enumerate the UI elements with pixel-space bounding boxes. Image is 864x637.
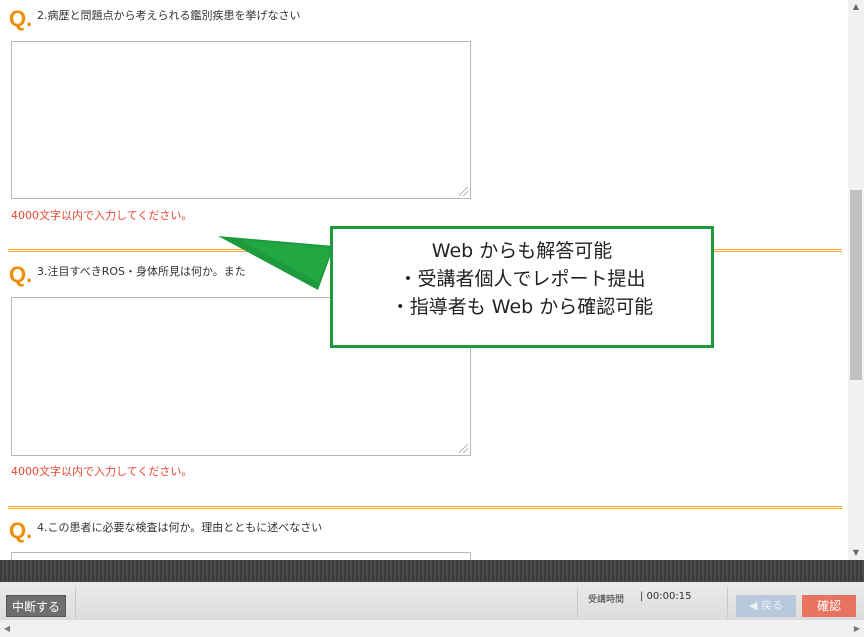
elapsed-time-label: 受講時間 xyxy=(588,595,625,605)
answer-textarea[interactable] xyxy=(11,41,471,199)
answer-textarea[interactable] xyxy=(11,552,471,560)
bottom-toolbar xyxy=(0,582,864,620)
elapsed-time-value: | 00:00:15 xyxy=(640,591,692,602)
confirm-button[interactable]: 確認 xyxy=(802,595,856,617)
scroll-thumb[interactable] xyxy=(850,190,862,380)
toolbar-divider xyxy=(577,588,578,618)
scroll-left-icon[interactable]: ◀ xyxy=(0,620,14,637)
toolbar-divider xyxy=(727,588,728,618)
callout-line-1: Web からも解答可能 xyxy=(431,240,613,262)
char-limit-note: 4000文字以内で入力してください。 xyxy=(11,465,193,478)
char-limit-note: 4000文字以内で入力してください。 xyxy=(11,209,193,222)
scroll-up-icon[interactable]: ▲ xyxy=(848,0,864,14)
question-text: 3.注目すべきROS・身体所見は何か。また xyxy=(37,265,246,278)
suspend-button[interactable]: 中断する xyxy=(6,595,66,617)
resize-handle-icon[interactable] xyxy=(459,444,468,453)
section-divider xyxy=(8,506,842,509)
vertical-scrollbar[interactable]: ▲ ▼ xyxy=(848,0,864,560)
toolbar-divider xyxy=(75,588,76,618)
question-mark: Q. xyxy=(9,262,33,287)
question-mark: Q. xyxy=(9,518,33,543)
question-text: 2.病歴と問題点から考えられる鑑別疾患を挙げなさい xyxy=(37,9,301,22)
callout-line-2: ・受講者個人でレポート提出 xyxy=(398,268,646,290)
horizontal-scrollbar[interactable]: ◀ ▶ xyxy=(0,620,864,637)
feature-callout: Web からも解答可能 ・受講者個人でレポート提出 ・指導者も Web から確認… xyxy=(330,226,714,348)
question-text: 4.この患者に必要な検査は何か。理由とともに述べなさい xyxy=(37,521,323,534)
resize-handle-icon[interactable] xyxy=(459,187,468,196)
question-mark: Q. xyxy=(9,6,33,31)
scroll-down-icon[interactable]: ▼ xyxy=(848,546,864,560)
back-button[interactable]: ◀ 戻る xyxy=(736,595,796,617)
toolbar-separator-band xyxy=(0,560,864,582)
scroll-right-icon[interactable]: ▶ xyxy=(850,620,864,637)
callout-line-3: ・指導者も Web から確認可能 xyxy=(390,296,654,318)
